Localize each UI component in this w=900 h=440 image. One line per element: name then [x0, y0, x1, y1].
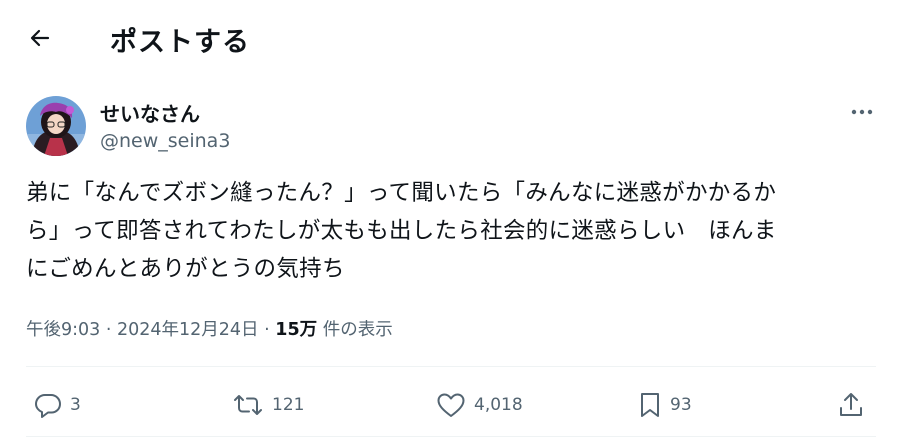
divider: [26, 436, 876, 437]
bookmark-count: 93: [670, 395, 692, 415]
like-count: 4,018: [474, 395, 523, 415]
reply-button[interactable]: 3: [34, 388, 81, 422]
post-text-line: ら」って即答されてわたしが太もも出したら社会的に迷惑らしい ほんま: [26, 218, 777, 244]
share-button[interactable]: [838, 388, 864, 422]
bookmark-icon: [638, 391, 662, 419]
top-bar: ポストする: [0, 0, 900, 78]
post-timestamp[interactable]: 午後9:03 · 2024年12月24日 ·: [26, 320, 270, 340]
divider: [26, 366, 876, 367]
more-options-button[interactable]: [846, 96, 878, 124]
post-text: 弟に「なんでズボン縫ったん？」って聞いたら「みんなに迷惑がかかるか ら」って即答さ…: [26, 174, 876, 288]
author-display-name[interactable]: せいなさん: [100, 98, 200, 127]
arrow-left-icon: [28, 26, 52, 54]
share-icon: [838, 391, 864, 419]
heart-icon: [436, 392, 466, 418]
post-text-line: 弟に「なんでズボン縫ったん？」って聞いたら「みんなに迷惑がかかるか: [26, 180, 777, 206]
reply-count: 3: [70, 395, 81, 415]
page-title: ポストする: [110, 27, 250, 58]
avatar[interactable]: [26, 96, 86, 156]
repost-count: 121: [272, 395, 305, 415]
reply-icon: [34, 392, 62, 418]
views-label: 件の表示: [322, 320, 393, 340]
views-count: 15万: [275, 320, 318, 340]
repost-button[interactable]: 121: [232, 388, 304, 422]
back-button[interactable]: [22, 22, 58, 58]
post-meta: 午後9:03 · 2024年12月24日 · 15万 件の表示: [26, 316, 393, 341]
post-text-line: にごめんとありがとうの気持ち: [26, 256, 345, 282]
more-horizontal-icon: [850, 101, 874, 120]
bookmark-button[interactable]: 93: [638, 388, 692, 422]
author-handle[interactable]: @new_seina3: [100, 130, 230, 152]
like-button[interactable]: 4,018: [436, 388, 523, 422]
repost-icon: [232, 392, 264, 418]
